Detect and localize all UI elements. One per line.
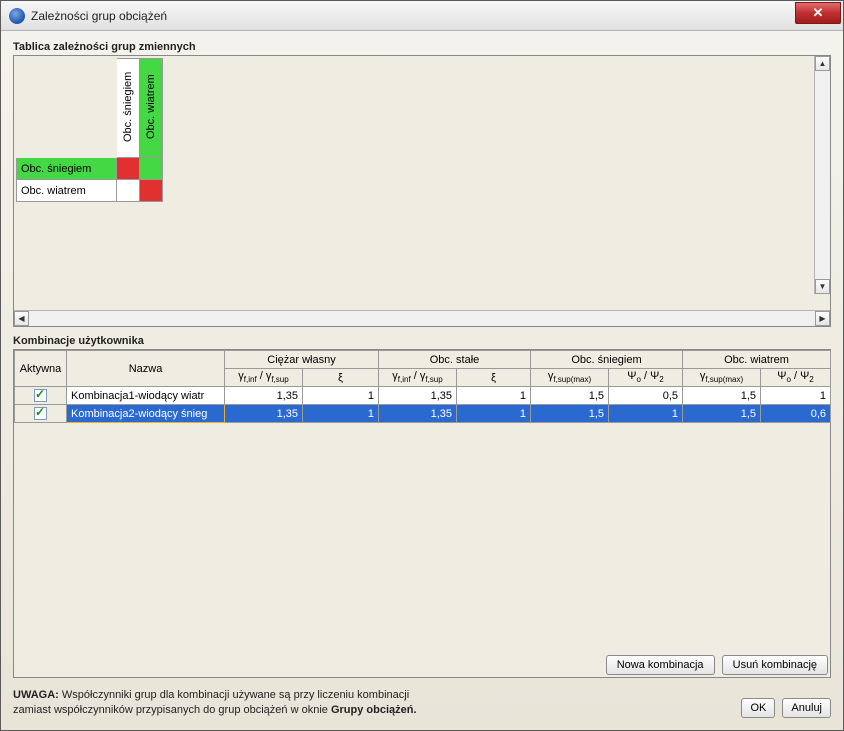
checkbox-icon[interactable]	[34, 407, 47, 420]
dialog-buttons: OK Anuluj	[737, 698, 831, 718]
cell[interactable]: 1,5	[531, 405, 609, 423]
ok-button[interactable]: OK	[741, 698, 775, 718]
app-icon	[9, 8, 25, 24]
combinations-panel: Aktywna Nazwa Ciężar własny Obc. stałe O…	[13, 349, 831, 678]
col-header-gamma: γf,inf / γf,sup	[225, 369, 303, 387]
combinations-table[interactable]: Aktywna Nazwa Ciężar własny Obc. stałe O…	[14, 350, 831, 423]
note-bold: Grupy obciążeń.	[331, 704, 417, 716]
col-header-gamma: γf,inf / γf,sup	[379, 369, 457, 387]
scroll-left-icon[interactable]: ◀	[14, 311, 29, 326]
matrix-cell[interactable]	[140, 180, 163, 202]
matrix-label: Tablica zależności grup zmiennych	[13, 41, 831, 53]
col-header-psi: Ψo / Ψ2	[609, 369, 683, 387]
cell[interactable]: 1	[303, 387, 379, 405]
cell[interactable]: 1	[303, 405, 379, 423]
cell[interactable]: 1,35	[379, 387, 457, 405]
col-header-psi: Ψo / Ψ2	[761, 369, 831, 387]
scroll-down-icon[interactable]: ▼	[815, 279, 830, 294]
matrix-cell[interactable]	[140, 158, 163, 180]
content-area: Tablica zależności grup zmiennych Obc. ś…	[1, 31, 843, 730]
matrix-area: Obc. śniegiem Obc. wiatrem Obc. śniegiem…	[14, 56, 830, 310]
combinations-label: Kombinacje użytkownika	[13, 335, 831, 347]
matrix-col-header: Obc. śniegiem	[117, 59, 140, 158]
cell[interactable]: 1,35	[225, 405, 303, 423]
footer: UWAGA: Współczynniki grup dla kombinacji…	[13, 688, 831, 718]
cancel-button[interactable]: Anuluj	[782, 698, 831, 718]
cell[interactable]: 0,6	[761, 405, 831, 423]
window-title: Zależności grup obciążeń	[31, 9, 167, 23]
cell[interactable]: 0,5	[609, 387, 683, 405]
scroll-right-icon[interactable]: ▶	[815, 311, 830, 326]
active-checkbox-cell[interactable]	[15, 405, 67, 423]
combination-name[interactable]: Kombinacja2-wiodący śnieg	[67, 405, 225, 423]
note-text: Współczynniki grup dla kombinacji używan…	[59, 689, 409, 701]
delete-combination-button[interactable]: Usuń kombinację	[722, 655, 828, 675]
col-header-xi: ξ	[303, 369, 379, 387]
matrix-row-header: Obc. śniegiem	[17, 158, 117, 180]
scroll-up-icon[interactable]: ▲	[815, 56, 830, 71]
col-header-group: Obc. stałe	[379, 351, 531, 369]
cell[interactable]: 1,35	[225, 387, 303, 405]
matrix-corner	[17, 59, 117, 158]
note-prefix: UWAGA:	[13, 689, 59, 701]
dependency-matrix[interactable]: Obc. śniegiem Obc. wiatrem Obc. śniegiem…	[16, 58, 163, 202]
cell[interactable]: 1,5	[531, 387, 609, 405]
table-row[interactable]: Kombinacja1-wiodący wiatr 1,35 1 1,35 1 …	[15, 387, 831, 405]
col-header-xi: ξ	[457, 369, 531, 387]
combination-name[interactable]: Kombinacja1-wiodący wiatr	[67, 387, 225, 405]
col-header-group: Ciężar własny	[225, 351, 379, 369]
col-header-label: Obc. wiatrem	[140, 59, 162, 154]
col-header-group: Obc. śniegiem	[531, 351, 683, 369]
close-button[interactable]: ✕	[795, 2, 841, 24]
col-header-gamma-max: γf,sup(max)	[531, 369, 609, 387]
col-header-group: Obc. wiatrem	[683, 351, 831, 369]
combination-buttons: Nowa kombinacja Usuń kombinację	[14, 649, 830, 677]
vertical-scrollbar[interactable]: ▲ ▼	[814, 56, 830, 294]
cell[interactable]: 1	[609, 405, 683, 423]
cell[interactable]: 1,35	[379, 405, 457, 423]
cell[interactable]: 1	[457, 387, 531, 405]
table-row[interactable]: Kombinacja2-wiodący śnieg 1,35 1 1,35 1 …	[15, 405, 831, 423]
cell[interactable]: 1	[457, 405, 531, 423]
checkbox-icon[interactable]	[34, 389, 47, 402]
cell[interactable]: 1,5	[683, 405, 761, 423]
titlebar: Zależności grup obciążeń ✕	[1, 1, 843, 31]
col-header-active: Aktywna	[15, 351, 67, 387]
col-header-name: Nazwa	[67, 351, 225, 387]
horizontal-scrollbar[interactable]: ◀ ▶	[14, 310, 830, 326]
matrix-cell[interactable]	[117, 180, 140, 202]
dialog-window: Zależności grup obciążeń ✕ Tablica zależ…	[0, 0, 844, 731]
new-combination-button[interactable]: Nowa kombinacja	[606, 655, 715, 675]
matrix-panel: Obc. śniegiem Obc. wiatrem Obc. śniegiem…	[13, 55, 831, 327]
close-icon: ✕	[813, 5, 824, 21]
warning-note: UWAGA: Współczynniki grup dla kombinacji…	[13, 688, 417, 718]
matrix-col-header: Obc. wiatrem	[140, 59, 163, 158]
cell[interactable]: 1,5	[683, 387, 761, 405]
col-header-gamma-max: γf,sup(max)	[683, 369, 761, 387]
note-text: zamiast współczynników przypisanych do g…	[13, 704, 331, 716]
matrix-row-header: Obc. wiatrem	[17, 180, 117, 202]
matrix-cell[interactable]	[117, 158, 140, 180]
col-header-label: Obc. śniegiem	[117, 59, 139, 154]
cell[interactable]: 1	[761, 387, 831, 405]
active-checkbox-cell[interactable]	[15, 387, 67, 405]
